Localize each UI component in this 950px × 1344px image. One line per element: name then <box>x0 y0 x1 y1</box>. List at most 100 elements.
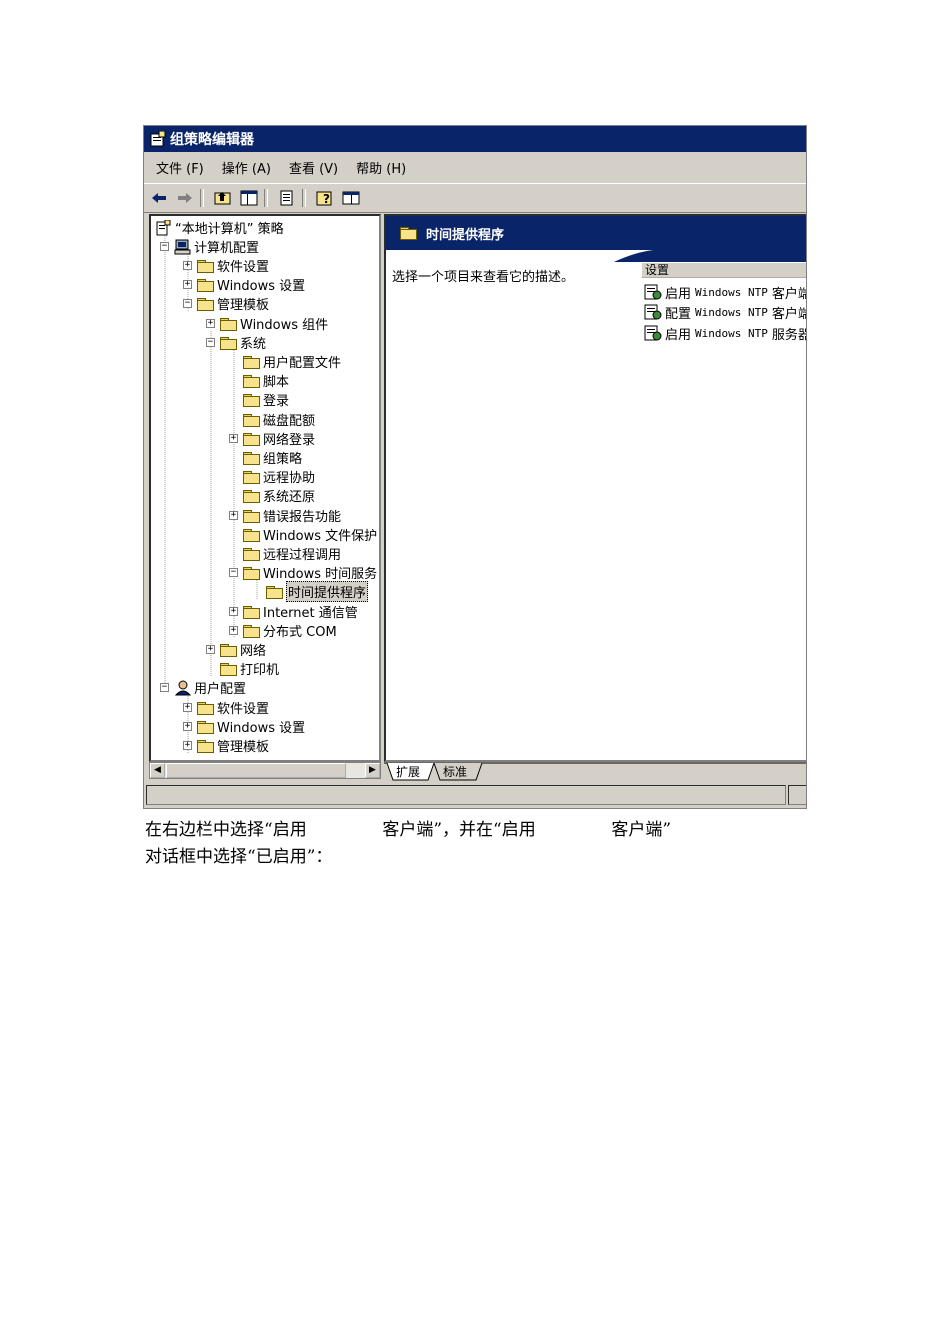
title-bar[interactable]: 组策略编辑器 <box>144 126 806 152</box>
policy-suffix: 客户端 <box>771 286 807 302</box>
tree-item-label: Windows 文件保护 <box>263 529 378 544</box>
folder-icon <box>243 566 260 580</box>
folder-icon <box>197 701 214 715</box>
folder-icon <box>400 227 417 240</box>
tree-item-label: 用户配置 <box>194 682 247 697</box>
expand-toggle[interactable]: + <box>229 511 238 520</box>
folder-icon <box>243 605 260 619</box>
tree-item-root[interactable]: “本地计算机” 策略 <box>155 218 284 237</box>
folder-icon <box>243 489 260 503</box>
collapse-toggle[interactable]: − <box>160 242 169 251</box>
folder-icon <box>243 547 260 561</box>
tab-extended[interactable]: 扩展 <box>396 763 420 780</box>
policy-item-config-ntp-client[interactable]: 配置 Windows NTP 客户端 <box>644 302 806 322</box>
scroll-left-button[interactable]: ◀ <box>150 763 165 778</box>
tree-item-time-providers[interactable]: 时间提供程序 <box>252 581 369 602</box>
tree-item-logon[interactable]: 登录 <box>229 390 289 409</box>
help-icon[interactable]: ? <box>314 188 336 208</box>
tree-item-user-profiles[interactable]: 用户配置文件 <box>229 352 341 371</box>
menu-view[interactable]: 查看 (V) <box>289 158 338 177</box>
forward-arrow-icon[interactable] <box>174 188 196 208</box>
tree-item-scripts[interactable]: 脚本 <box>229 371 289 390</box>
show-tree-icon[interactable] <box>238 188 260 208</box>
tree-item-dcom[interactable]: + 分布式 COM <box>229 621 337 640</box>
tree-item-windows-components[interactable]: + Windows 组件 <box>206 314 328 333</box>
collapse-toggle[interactable]: − <box>160 683 169 692</box>
folder-icon <box>243 374 260 388</box>
folder-icon <box>197 720 214 734</box>
expand-toggle[interactable]: + <box>206 645 215 654</box>
scroll-right-button[interactable]: ▶ <box>365 763 380 778</box>
tree-item-net-logon[interactable]: + 网络登录 <box>229 429 315 448</box>
expand-toggle[interactable]: + <box>183 261 192 270</box>
tree-item-label: 用户配置文件 <box>263 356 342 371</box>
tree-horizontal-scrollbar[interactable]: ◀ ▶ <box>149 762 381 779</box>
expand-toggle[interactable]: + <box>206 319 215 328</box>
tree-item-internet-comm[interactable]: + Internet 通信管 <box>229 602 358 621</box>
folder-icon <box>243 470 260 484</box>
description-text: 选择一个项目来查看它的描述。 <box>392 270 575 285</box>
menu-action[interactable]: 操作 (A) <box>222 158 271 177</box>
expand-toggle[interactable]: + <box>229 434 238 443</box>
view-tabs: 扩展 标准 <box>384 762 806 782</box>
menu-help[interactable]: 帮助 (H) <box>356 158 406 177</box>
tree-item-label: Windows 组件 <box>240 318 329 333</box>
tree-item-user-config[interactable]: − 用户配置 <box>160 678 246 697</box>
folder-icon <box>243 413 260 427</box>
tree-item-remote-assist[interactable]: 远程协助 <box>229 467 315 486</box>
expand-toggle[interactable]: + <box>183 280 192 289</box>
up-folder-icon[interactable] <box>212 188 234 208</box>
tree-item-label: Windows 时间服务 <box>263 567 378 582</box>
tree-item-group-policy[interactable]: 组策略 <box>229 448 302 467</box>
menu-file[interactable]: 文件 (F) <box>156 158 204 177</box>
tree-item-label: 管理模板 <box>217 298 270 313</box>
group-policy-editor-window: 组策略编辑器 文件 (F) 操作 (A) 查看 (V) 帮助 (H) ? “本地… <box>143 125 807 809</box>
expand-toggle[interactable]: + <box>183 741 192 750</box>
folder-icon <box>220 336 237 350</box>
policy-document-icon <box>155 219 171 236</box>
tree-item-disk-quota[interactable]: 磁盘配额 <box>229 410 315 429</box>
export-list-icon[interactable] <box>276 188 298 208</box>
tree-item-file-protection[interactable]: Windows 文件保护 <box>229 525 377 544</box>
policy-item-enable-ntp-server[interactable]: 启用 Windows NTP 服务器 <box>644 323 806 343</box>
tree-item-rpc[interactable]: 远程过程调用 <box>229 544 341 563</box>
collapse-toggle[interactable]: − <box>229 568 238 577</box>
folder-icon <box>243 355 260 369</box>
console-tree-pane[interactable]: “本地计算机” 策略 − 计算机配置 + 软件设置 + Windows 设置 −… <box>149 214 381 762</box>
scroll-thumb[interactable] <box>166 763 346 778</box>
tree-item-system[interactable]: − 系统 <box>206 333 266 352</box>
tree-item-network[interactable]: + 网络 <box>206 640 266 659</box>
folder-icon <box>197 297 214 311</box>
tree-item-error-reporting[interactable]: + 错误报告功能 <box>229 506 341 525</box>
policy-prefix: 配置 <box>665 306 692 322</box>
tree-item-cc-software[interactable]: + 软件设置 <box>183 256 269 275</box>
tree-item-uc-admin[interactable]: + 管理模板 <box>183 736 269 755</box>
expand-toggle[interactable]: + <box>183 722 192 731</box>
tree-item-time-service[interactable]: − Windows 时间服务 <box>229 563 377 582</box>
column-header-setting[interactable]: 设置 <box>641 262 806 278</box>
collapse-toggle[interactable]: − <box>183 299 192 308</box>
toolbar-separator <box>200 189 204 207</box>
tree-item-uc-windows[interactable]: + Windows 设置 <box>183 717 305 736</box>
tree-item-cc-windows[interactable]: + Windows 设置 <box>183 275 305 294</box>
policy-item-enable-ntp-client[interactable]: 启用 Windows NTP 客户端 <box>644 282 807 302</box>
caption-line-2: 对话框中选择“已启用”： <box>145 847 333 867</box>
expand-toggle[interactable]: + <box>229 626 238 635</box>
collapse-toggle[interactable]: − <box>206 338 215 347</box>
tree-item-cc-admin[interactable]: − 管理模板 <box>183 294 269 313</box>
expand-toggle[interactable]: + <box>183 703 192 712</box>
tree-item-system-restore[interactable]: 系统还原 <box>229 486 315 505</box>
policy-prefix: 启用 <box>665 327 692 343</box>
back-arrow-icon[interactable] <box>148 188 170 208</box>
expand-toggle[interactable]: + <box>229 607 238 616</box>
computer-icon <box>174 239 191 255</box>
tree-item-label: 时间提供程序 <box>286 581 369 602</box>
folder-icon <box>243 509 260 523</box>
tree-item-uc-software[interactable]: + 软件设置 <box>183 698 269 717</box>
tree-item-label: 组策略 <box>263 452 303 467</box>
svg-text:?: ? <box>323 192 330 206</box>
tab-standard[interactable]: 标准 <box>443 763 467 780</box>
properties-icon[interactable] <box>340 188 362 208</box>
tree-item-computer-config[interactable]: − 计算机配置 <box>160 237 259 256</box>
tree-item-printers[interactable]: 打印机 <box>206 659 279 678</box>
